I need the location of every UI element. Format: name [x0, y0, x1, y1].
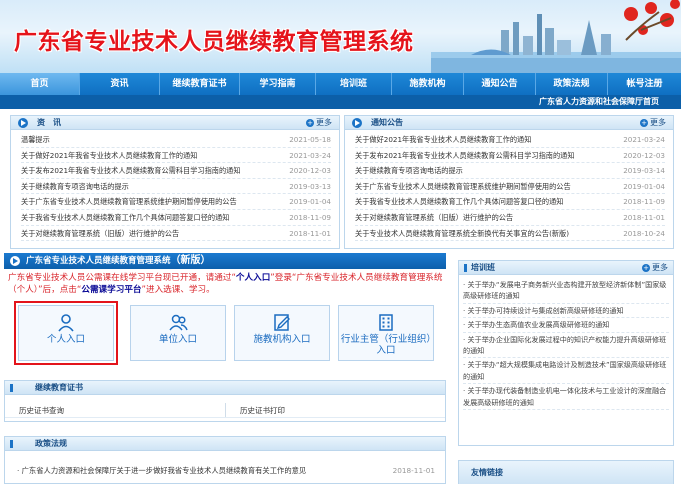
notice-list: 关于做好2021年我省专业技术人员继续教育工作的通知 2021-03-24 关于发… [345, 130, 673, 242]
site-title: 广东省专业技术人员继续教育管理系统 [14, 29, 414, 55]
nav-certificate[interactable]: 继续教育证书 [160, 73, 240, 95]
list-item[interactable]: 关于发布2021年我省专业技术人员继续教育公需科目学习指南的通知 2020-12-… [355, 148, 665, 164]
training-panel: 培训班 + 更多 · 关于举办“发展电子商务新兴业态构建开放型经济新体制”国家级高… [458, 260, 674, 446]
unit-entry-button[interactable]: 单位入口 [130, 305, 226, 361]
friendly-links-header: 友情链接 [459, 461, 673, 484]
friendly-links-title: 友情链接 [471, 468, 503, 477]
list-item[interactable]: · 关于举办生态高值农业发展高级研修班的通知 [463, 318, 669, 333]
portal-entries: 个人入口 单位入口 施教机构入口 行业主管（行业组织）入口 [14, 301, 444, 365]
city-skyline-illustration [431, 0, 681, 73]
certificate-panel-title: 继续教育证书 [35, 383, 83, 392]
list-item[interactable]: · 关于举办“发展电子商务新兴业态构建开放型经济新体制”国家级高级研修班的通知 [463, 278, 669, 304]
person-icon [58, 314, 74, 332]
nav-study-guide[interactable]: 学习指南 [240, 73, 316, 95]
friendly-links-panel: 友情链接 [458, 460, 674, 484]
list-item[interactable]: 关于做好2021年我省专业技术人员继续教育工作的通知 2021-03-24 [21, 148, 331, 164]
nav-institutions[interactable]: 施教机构 [392, 73, 464, 95]
list-item[interactable]: · 广东省人力资源和社会保障厅关于进一步做好我省专业技术人员继续教育有关工作的意… [5, 463, 445, 478]
nav-training[interactable]: 培训班 [316, 73, 392, 95]
list-item[interactable]: · 关于举办“超大规模集成电路设计及制造技术”国家级高级研修班的通知 [463, 358, 669, 385]
nav-home[interactable]: 首页 [0, 73, 80, 95]
arrow-circle-icon [352, 118, 362, 128]
nav-register[interactable]: 帐号注册 [608, 73, 681, 95]
header-banner: 广东省专业技术人员继续教育管理系统 [0, 0, 681, 73]
main-nav: 首页 资讯 继续教育证书 学习指南 培训班 施教机构 通知公告 政策法规 帐号注… [0, 73, 681, 95]
list-item[interactable]: 关于做好2021年我省专业技术人员继续教育工作的通知 2021-03-24 [355, 132, 665, 148]
list-item[interactable]: 关于对继续教育管理系统（旧版）进行维护的公告 2018-11-01 [21, 226, 331, 242]
list-item[interactable]: 关于对继续教育管理系统（旧版）进行维护的公告 2018-11-01 [355, 210, 665, 226]
policy-panel-header: 政策法规 [5, 437, 445, 451]
certificate-panel-header: 继续教育证书 [5, 381, 445, 395]
news-panel: 资 讯 + 更多 温馨提示 2021-05-18 关于做好2021年我省专业技术人员… [10, 115, 340, 249]
sub-bar: 广东省人力资源和社会保障厅首页 [0, 95, 681, 109]
training-panel-title: 培训班 [471, 263, 495, 272]
list-item[interactable]: 关于广东省专业技术人员继续教育管理系统维护期间暂停使用的公告 2019-01-04 [21, 194, 331, 210]
policy-panel-title: 政策法规 [35, 439, 67, 448]
certificate-links: 历史证书查询 历史证书打印 [5, 403, 445, 418]
portal-block: 广东省专业技术人员继续教育管理系统（新版） 广东省专业技术人员公需课在线学习平台… [4, 253, 446, 375]
news-panel-title: 资 讯 [37, 118, 61, 127]
training-more-link[interactable]: + 更多 [642, 261, 668, 275]
news-list: 温馨提示 2021-05-18 关于做好2021年我省专业技术人员继续教育工作的通… [11, 130, 339, 242]
notice-panel-title: 通知公告 [371, 118, 403, 127]
institution-entry-button[interactable]: 施教机构入口 [234, 305, 330, 361]
nav-news[interactable]: 资讯 [80, 73, 160, 95]
history-cert-print-link[interactable]: 历史证书打印 [225, 403, 445, 417]
list-item[interactable]: 关于我省专业技术人员继续教育工作几个具体问题答复口径的通知 2018-11-09 [21, 210, 331, 226]
list-item[interactable]: 关于专业技术人员继续教育管理系统全新换代有关事宜的公告(新版) 2018-10-2… [355, 226, 665, 242]
policy-panel: 政策法规 · 广东省人力资源和社会保障厅关于进一步做好我省专业技术人员继续教育有… [4, 436, 446, 484]
list-item[interactable]: 关于发布2021年我省专业技术人员继续教育公需科目学习指南的通知 2020-12-… [21, 163, 331, 179]
news-more-link[interactable]: + 更多 [306, 116, 332, 130]
portal-notice-text: 广东省专业技术人员公需课在线学习平台现已开通，请通过“个人入口”登录“广东省专业… [8, 273, 443, 295]
nav-notices[interactable]: 通知公告 [464, 73, 536, 95]
building-icon [379, 314, 393, 331]
news-panel-header: 资 讯 + 更多 [11, 116, 339, 130]
portal-title: 广东省专业技术人员继续教育管理系统（新版） [26, 255, 211, 266]
list-item[interactable]: · 关于举办现代装备制造业机电一体化技术与工业设计的深度融合发展高级研修班的通知 [463, 384, 669, 411]
department-homepage-link[interactable]: 广东省人力资源和社会保障厅首页 [539, 95, 659, 109]
title-bar-icon [464, 264, 467, 272]
plus-icon: + [640, 118, 648, 127]
group-icon [169, 314, 188, 331]
list-item[interactable]: 关于广东省专业技术人员继续教育管理系统维护期间暂停使用的公告 2019-01-04 [355, 179, 665, 195]
list-item[interactable]: · 关于举办可持续设计与集成创新高级研修班的通知 [463, 304, 669, 319]
list-item[interactable]: 关于继续教育专项咨询电话的提示 2019-03-14 [355, 163, 665, 179]
certificate-panel: 继续教育证书 历史证书查询 历史证书打印 [4, 380, 446, 422]
training-list: · 关于举办“发展电子商务新兴业态构建开放型经济新体制”国家级高级研修班的通知 … [459, 275, 673, 411]
list-item[interactable]: 关于继续教育专项咨询电话的提示 2019-03-13 [21, 179, 331, 195]
arrow-circle-icon [10, 256, 20, 266]
nav-policy[interactable]: 政策法规 [536, 73, 608, 95]
title-bar-icon [10, 384, 13, 392]
notice-panel-header: 通知公告 + 更多 [345, 116, 673, 130]
plus-icon: + [642, 263, 650, 272]
list-item[interactable]: · 关于举办企业国际化发展过程中的知识产权能力提升高级研修班的通知 [463, 333, 669, 359]
notice-panel: 通知公告 + 更多 关于做好2021年我省专业技术人员继续教育工作的通知 2021-… [344, 115, 674, 249]
industry-entry-button[interactable]: 行业主管（行业组织）入口 [338, 305, 434, 361]
list-item[interactable]: 温馨提示 2021-05-18 [21, 132, 331, 148]
training-panel-header: 培训班 + 更多 [459, 261, 673, 275]
notice-more-link[interactable]: + 更多 [640, 116, 666, 130]
portal-header: 广东省专业技术人员继续教育管理系统（新版） [4, 253, 446, 269]
edit-icon [274, 314, 290, 331]
personal-entry-button[interactable]: 个人入口 [14, 301, 118, 365]
title-bar-icon [10, 440, 13, 448]
arrow-circle-icon [18, 118, 28, 128]
history-cert-query-link[interactable]: 历史证书查询 [5, 403, 225, 417]
plus-icon: + [306, 118, 314, 127]
list-item[interactable]: 关于我省专业技术人员继续教育工作几个具体问题答复口径的通知 2018-11-09 [355, 194, 665, 210]
